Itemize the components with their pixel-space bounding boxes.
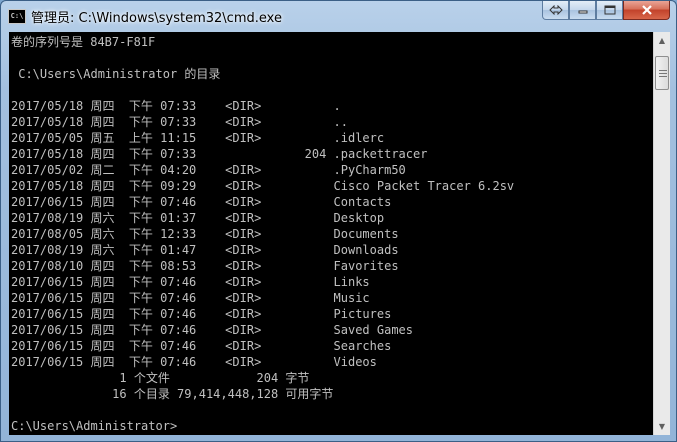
console-line: 2017/05/18 周四 下午 07:33 204 .packettracer <box>11 147 428 161</box>
console-line: 2017/06/15 周四 下午 07:46 <DIR> Contacts <box>11 195 392 209</box>
restore-prev-button[interactable] <box>542 1 569 20</box>
swap-icon <box>548 5 563 15</box>
caption-buttons <box>542 1 670 21</box>
console-line: 2017/05/18 周四 下午 07:33 <DIR> . <box>11 99 341 113</box>
console-line: 2017/05/18 周四 下午 09:29 <DIR> Cisco Packe… <box>11 179 515 193</box>
scroll-down-arrow-icon[interactable]: ▼ <box>654 418 670 435</box>
console-line: 卷的序列号是 84B7-F81F <box>11 35 156 49</box>
minimize-button[interactable] <box>569 1 596 20</box>
console-line: 2017/05/02 周二 下午 04:20 <DIR> .PyCharm50 <box>11 163 406 177</box>
console-line: 2017/06/15 周四 下午 07:46 <DIR> Music <box>11 291 370 305</box>
console-line: 2017/08/19 周六 下午 01:37 <DIR> Desktop <box>11 211 385 225</box>
scroll-up-arrow-icon[interactable]: ▲ <box>654 32 670 49</box>
console-line: 2017/08/19 周六 下午 01:47 <DIR> Downloads <box>11 243 399 257</box>
vertical-scrollbar[interactable]: ▲ ▼ <box>653 32 670 435</box>
window-title: 管理员: C:\Windows\system32\cmd.exe <box>31 11 282 26</box>
maximize-button[interactable] <box>596 1 623 20</box>
console-line: C:\Users\Administrator> <box>11 419 178 433</box>
console-line: 2017/06/15 周四 下午 07:46 <DIR> Videos <box>11 355 377 369</box>
minimize-icon <box>578 10 587 14</box>
console-output[interactable]: 卷的序列号是 84B7-F81F C:\Users\Administrator … <box>9 32 653 435</box>
console-line: 2017/06/15 周四 下午 07:46 <DIR> Saved Games <box>11 323 414 337</box>
console-line: 2017/08/10 周四 下午 08:53 <DIR> Favorites <box>11 259 399 273</box>
console-line: 2017/05/05 周五 上午 11:15 <DIR> .idlerc <box>11 131 385 145</box>
console-line: 2017/05/18 周四 下午 07:33 <DIR> .. <box>11 115 348 129</box>
console-line: C:\Users\Administrator 的目录 <box>11 67 221 81</box>
title-bar[interactable]: C:\ 管理员: C:\Windows\system32\cmd.exe <box>1 1 676 32</box>
close-button[interactable] <box>623 1 670 20</box>
close-icon <box>641 5 652 15</box>
scrollbar-thumb[interactable] <box>655 56 669 90</box>
console-line: 1 个文件 204 字节 <box>11 371 310 385</box>
console-line: 16 个目录 79,414,448,128 可用字节 <box>11 387 334 401</box>
cmd-icon[interactable]: C:\ <box>8 9 26 24</box>
console-line: 2017/06/15 周四 下午 07:46 <DIR> Pictures <box>11 307 392 321</box>
console-line: 2017/06/15 周四 下午 07:46 <DIR> Links <box>11 275 370 289</box>
cmd-window: C:\ 管理员: C:\Windows\system32\cmd.exe 卷的序… <box>0 0 677 442</box>
maximize-icon <box>604 5 615 15</box>
console-line: 2017/06/15 周四 下午 07:46 <DIR> Searches <box>11 339 392 353</box>
console-line: 2017/08/05 周六 下午 12:33 <DIR> Documents <box>11 227 399 241</box>
